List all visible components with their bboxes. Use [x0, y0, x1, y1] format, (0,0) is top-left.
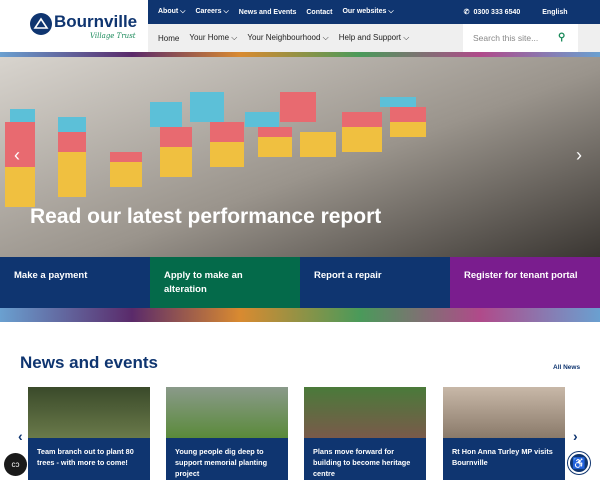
hero-title[interactable]: Read our latest performance report: [30, 205, 381, 229]
nav-your-home[interactable]: Your Home ⌵: [189, 33, 237, 43]
nav-your-neighbourhood[interactable]: Your Neighbourhood ⌵: [247, 33, 328, 43]
accessibility-icon[interactable]: ♿: [568, 452, 590, 474]
tile-make-payment[interactable]: Make a payment: [0, 257, 150, 308]
hero-next-arrow[interactable]: ›: [576, 145, 582, 166]
news-card[interactable]: Rt Hon Anna Turley MP visits Bournville: [443, 387, 565, 480]
brand-name: Bournville: [54, 12, 138, 31]
search-input[interactable]: Search this site... ⚲: [463, 24, 578, 52]
color-band: [0, 308, 600, 322]
hero-prev-arrow[interactable]: ‹: [14, 145, 20, 166]
search-icon[interactable]: ⚲: [558, 32, 565, 43]
top-bar: About ⌵ Careers ⌵ News and Events Contac…: [148, 0, 600, 24]
news-card-title: Plans move forward for building to becom…: [304, 438, 426, 480]
hero-banner[interactable]: Read our latest performance report ‹ ›: [0, 57, 600, 257]
logo[interactable]: Bournville Village Trust: [0, 0, 148, 52]
news-card[interactable]: Plans move forward for building to becom…: [304, 387, 426, 480]
phone-number[interactable]: 0300 333 6540: [474, 9, 521, 16]
topbar-about[interactable]: About ⌵: [158, 8, 185, 16]
news-next-arrow[interactable]: ›: [573, 428, 578, 444]
search-placeholder: Search this site...: [473, 33, 539, 43]
news-card-image: [28, 387, 150, 438]
news-heading: News and events: [20, 353, 158, 372]
news-card-image: [443, 387, 565, 438]
logo-emblem-icon: [30, 13, 52, 35]
news-card-title: Young people dig deep to support memoria…: [166, 438, 288, 480]
news-card[interactable]: Team branch out to plant 80 trees - with…: [28, 387, 150, 480]
phone-icon: ✆: [463, 9, 470, 16]
topbar-contact[interactable]: Contact: [306, 9, 332, 16]
all-news-link[interactable]: All News: [553, 364, 580, 371]
news-prev-arrow[interactable]: ‹: [18, 428, 23, 444]
tile-tenant-portal[interactable]: Register for tenant portal: [450, 257, 600, 308]
tile-report-repair[interactable]: Report a repair: [300, 257, 450, 308]
news-card-title: Rt Hon Anna Turley MP visits Bournville: [443, 438, 565, 480]
nav-help-support[interactable]: Help and Support ⌵: [339, 33, 410, 43]
hero-chart-image: [5, 92, 426, 207]
topbar-careers[interactable]: Careers ⌵: [195, 8, 228, 16]
news-card-image: [166, 387, 288, 438]
cookie-settings-icon[interactable]: cↄ: [4, 453, 27, 476]
nav-home[interactable]: Home: [158, 34, 179, 43]
topbar-news[interactable]: News and Events: [239, 9, 297, 16]
language-selector[interactable]: English: [542, 9, 567, 16]
news-card[interactable]: Young people dig deep to support memoria…: [166, 387, 288, 480]
news-card-title: Team branch out to plant 80 trees - with…: [28, 438, 150, 480]
tile-apply-alteration[interactable]: Apply to make an alteration: [150, 257, 300, 308]
topbar-our-websites[interactable]: Our websites ⌵: [342, 8, 393, 16]
news-card-image: [304, 387, 426, 438]
brand-tagline: Village Trust: [90, 32, 136, 40]
